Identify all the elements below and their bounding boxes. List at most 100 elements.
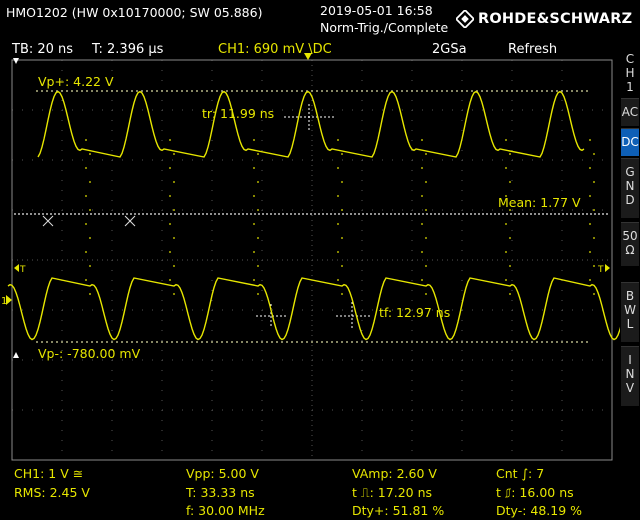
ground-marker[interactable]: 1 [1,295,12,307]
waveform-dot [89,153,91,155]
waveform-dot [173,265,175,267]
trigger-level-left-label: T [19,265,26,275]
sidebar-ch1-text: C H 1 [625,52,635,94]
waveform-dot [89,265,91,267]
waveform-dot [341,181,343,183]
waveform-dot [505,251,507,253]
waveform-dot [253,195,255,197]
waveform-dot [425,293,427,295]
waveform-dot [257,209,259,211]
waveform-dot [169,195,171,197]
waveform-dot [337,195,339,197]
waveform-dot [169,279,171,281]
waveform-dot [257,237,259,239]
waveform-dot [509,153,511,155]
sidebar-inv-text: I N V [625,353,635,395]
waveform-dot [85,167,87,169]
waveform-dot [337,167,339,169]
waveform-dot [589,223,591,225]
sidebar-ac-text: AC [621,105,639,119]
sidebar-50ohm-button[interactable]: 50 Ω [621,222,639,266]
waveform-dot [593,293,595,295]
waveform-dot [425,265,427,267]
waveform-dot [85,195,87,197]
waveform-dot [89,209,91,211]
waveform-dot [257,293,259,295]
waveform-dot [509,181,511,183]
waveform-dot [341,265,343,267]
waveform-dot [173,209,175,211]
sidebar-bwl-text: B W L [624,289,636,331]
waveform-dot [505,223,507,225]
waveform-dot [421,195,423,197]
waveform-dot [89,237,91,239]
waveform-dot [85,279,87,281]
waveform-dot [593,209,595,211]
waveform-dot [593,153,595,155]
waveform-dot [169,167,171,169]
waveform-dot [421,167,423,169]
sidebar-ac-button[interactable]: AC [621,98,639,126]
waveform-dot [589,139,591,141]
waveform-dot [589,279,591,281]
trigger-position-marker[interactable] [304,53,312,60]
waveform-dot [173,153,175,155]
waveform-dot [257,265,259,267]
waveform-dot [425,237,427,239]
waveform-dot [589,251,591,253]
waveform-dot [425,153,427,155]
sidebar-gnd-button[interactable]: G N D [621,158,639,218]
fall-time-label: tf: 12.97 ns [379,305,450,320]
measure-rms: RMS: 2.45 V [14,485,90,500]
ch1-waveform-lower [7,277,635,341]
waveform-dot [85,251,87,253]
measure-neg-width: t ⎎: 16.00 ns [496,485,574,500]
waveform-dot [505,139,507,141]
scope-display: T T 1 Vp+: 4.22 V Mean: 1.77 V Vp-: -780… [1,53,635,461]
waveform-dot [425,209,427,211]
waveform-dot [173,181,175,183]
sidebar-inv-button[interactable]: I N V [621,346,639,406]
rise-time-label: tr: 11.99 ns [202,106,274,121]
waveform-dot [589,167,591,169]
trigger-level-right-label: T [597,265,604,275]
waveform-dot [341,237,343,239]
waveform-dot [253,167,255,169]
sidebar-dc-button[interactable]: DC [621,128,639,156]
measure-frequency: f: 30.00 MHz [186,503,265,518]
waveform-dot [89,181,91,183]
vp-minus-label: Vp-: -780.00 mV [38,346,141,361]
mean-label: Mean: 1.77 V [498,195,581,210]
cross-marker-right [124,215,136,227]
waveform-dot [505,167,507,169]
sidebar-50ohm-text: 50 Ω [622,229,638,257]
measure-vpp: Vpp: 5.00 V [186,466,259,481]
waveform-dot [173,237,175,239]
waveform-dot [341,209,343,211]
waveform-dot [593,237,595,239]
waveform-dot [421,251,423,253]
waveform-dot [337,223,339,225]
measure-count: Cnt ∫: 7 [496,466,545,481]
waveform-dot [341,293,343,295]
waveform-dot [421,223,423,225]
ch1-waveform [37,90,585,158]
waveform-dot [89,293,91,295]
waveform-dot [337,139,339,141]
measure-vamp: VAmp: 2.60 V [352,466,437,481]
trigger-level-marker-left[interactable]: T [14,264,26,275]
waveform-dot [337,251,339,253]
rise-time-crosshair [284,104,334,130]
waveform-dot [593,265,595,267]
channel-scale[interactable]: CH1: 1 V ≅ [14,466,83,481]
low-start-marker [13,352,19,358]
sidebar-dc-text: DC [621,135,639,149]
waveform-dot [421,139,423,141]
graticule-grid [12,60,612,460]
waveform-dot [169,223,171,225]
sidebar-bwl-button[interactable]: B W L [621,282,639,342]
measure-pos-width: t ⎍: 17.20 ns [352,485,433,500]
measure-period: T: 33.33 ns [186,485,255,500]
trigger-level-marker-right[interactable]: T [597,264,610,275]
waveform-dot [85,223,87,225]
